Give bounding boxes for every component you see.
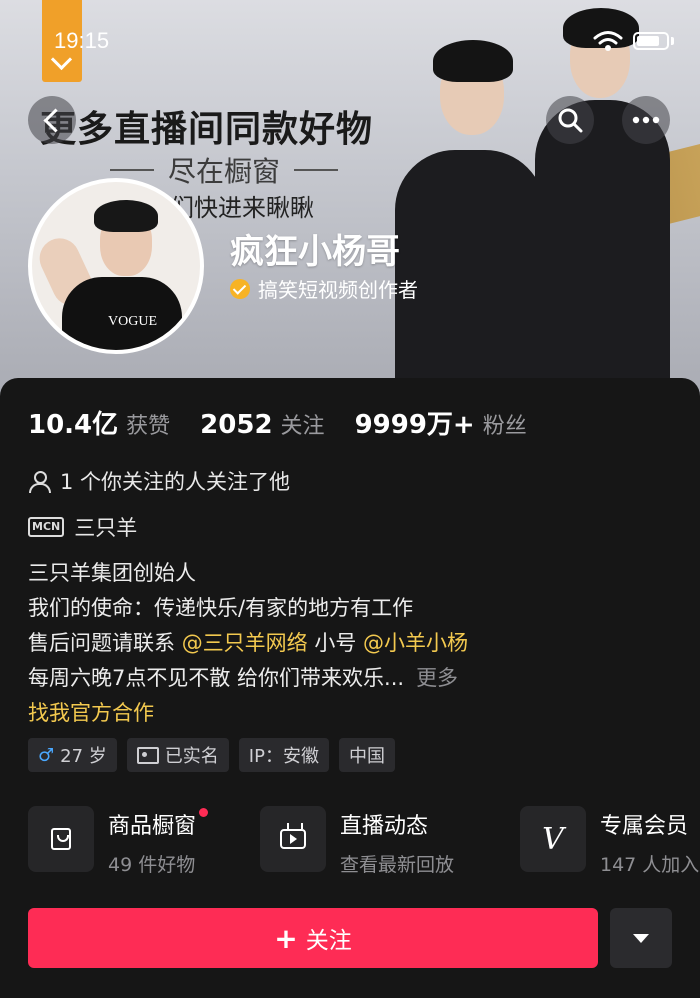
male-icon: ♂ bbox=[38, 744, 55, 766]
person-icon bbox=[28, 470, 51, 493]
bio-line-1: 三只羊集团创始人 bbox=[28, 561, 196, 585]
bio-more-link[interactable]: 更多 bbox=[416, 666, 458, 690]
profile-info-panel: 10.4亿 获赞 2052 关注 9999万+ 粉丝 1 个你关注的人关注了他 … bbox=[0, 378, 700, 998]
tag-ip: IP：安徽 bbox=[238, 738, 329, 772]
feature-live-updates[interactable]: 直播动态 查看最新回放 bbox=[260, 806, 454, 877]
tag-verified: 已实名 bbox=[126, 738, 229, 772]
stat-likes-value: 10.4亿 bbox=[28, 410, 119, 440]
bio-line-2: 我们的使命：传递快乐/有家的地方有工作 bbox=[28, 596, 414, 620]
stat-likes-label: 获赞 bbox=[126, 414, 171, 439]
stat-likes[interactable]: 10.4亿 获赞 bbox=[28, 404, 170, 441]
status-icons bbox=[593, 30, 674, 52]
feature-live-updates-icon-box bbox=[260, 806, 326, 872]
mention-link-sanzhiyang[interactable]: @三只羊网络 bbox=[182, 631, 308, 655]
banner-promo-title: 更多直播间同款好物 bbox=[40, 109, 374, 150]
profile-tags: ♂ 27 岁 已实名 IP：安徽 中国 bbox=[28, 738, 395, 772]
stat-following-value: 2052 bbox=[200, 410, 273, 440]
stat-following-label: 关注 bbox=[280, 414, 325, 439]
feature-membership[interactable]: V 专属会员 147 人加入 bbox=[520, 806, 699, 877]
feature-entries: 商品橱窗 49 件好物 直播动态 查看最新回放 V 专属会员 147 人加入 bbox=[28, 806, 700, 878]
verification-text: 搞笑短视频创作者 bbox=[258, 278, 418, 302]
verification-label: 搞笑短视频创作者 bbox=[230, 274, 418, 303]
tag-country-text: 中国 bbox=[348, 746, 385, 767]
tag-verified-text: 已实名 bbox=[164, 746, 219, 767]
feature-shop-window-title: 商品橱窗 bbox=[108, 808, 209, 840]
notification-dot bbox=[199, 808, 209, 817]
back-arrow-icon bbox=[42, 107, 68, 133]
feature-membership-icon-box: V bbox=[520, 806, 586, 872]
avatar-hair bbox=[94, 200, 158, 232]
banner-dash-left bbox=[110, 169, 154, 171]
live-tv-icon bbox=[280, 829, 306, 849]
verified-badge-icon bbox=[230, 278, 250, 299]
banner-promo-subtitle-text: 尽在橱窗 bbox=[168, 155, 281, 188]
mutual-followers-row[interactable]: 1 个你关注的人关注了他 bbox=[28, 466, 290, 496]
banner-person-right bbox=[535, 8, 670, 400]
mcn-name: 三只羊 bbox=[74, 516, 138, 540]
avatar-shirt-logo: VOGUE bbox=[108, 314, 157, 329]
feature-membership-title: 专属会员 bbox=[600, 814, 689, 839]
search-icon bbox=[558, 108, 583, 133]
avatar[interactable]: VOGUE bbox=[28, 178, 204, 354]
caret-down-icon bbox=[633, 933, 649, 943]
more-dots-icon bbox=[632, 116, 660, 124]
mention-link-xiaoyang[interactable]: @小羊小杨 bbox=[363, 631, 468, 655]
more-options-dropdown-button[interactable] bbox=[610, 908, 672, 968]
status-time: 19:15 bbox=[54, 28, 110, 53]
feature-shop-window-icon-box bbox=[28, 806, 94, 872]
tag-country: 中国 bbox=[338, 738, 395, 772]
mutual-followers-text: 1 个你关注的人关注了他 bbox=[60, 470, 291, 494]
search-button[interactable] bbox=[546, 96, 594, 144]
profile-stats: 10.4亿 获赞 2052 关注 9999万+ 粉丝 bbox=[28, 404, 557, 441]
bio-line-4: 每周六晚7点不见不散 给你们带来欢乐... 更多 bbox=[28, 661, 468, 696]
tag-ip-text: IP：安徽 bbox=[248, 746, 319, 767]
feature-shop-window[interactable]: 商品橱窗 49 件好物 bbox=[28, 806, 209, 877]
follow-button[interactable]: + 关注 bbox=[28, 908, 598, 968]
banner-dash-right bbox=[294, 169, 339, 171]
bio-line-3-prefix: 售后问题请联系 bbox=[28, 631, 182, 655]
official-cooperation-link[interactable]: 找我官方合作 bbox=[28, 696, 468, 731]
stat-following[interactable]: 2052 关注 bbox=[200, 408, 324, 440]
stat-followers-label: 粉丝 bbox=[482, 414, 527, 439]
back-button[interactable] bbox=[28, 96, 76, 144]
tag-age: ♂ 27 岁 bbox=[28, 738, 117, 772]
stat-followers-value: 9999万+ bbox=[354, 410, 475, 440]
banner-person-left-hair bbox=[433, 40, 513, 82]
stat-followers[interactable]: 9999万+ 粉丝 bbox=[355, 404, 527, 441]
battery-icon bbox=[633, 32, 669, 50]
feature-shop-window-subtitle: 49 件好物 bbox=[108, 854, 196, 876]
bio-line-3: 售后问题请联系 @三只羊网络 小号 @小羊小杨 bbox=[28, 626, 468, 661]
feature-live-updates-title: 直播动态 bbox=[340, 814, 429, 839]
wifi-icon bbox=[593, 31, 623, 51]
feature-shop-window-title-text: 商品橱窗 bbox=[108, 814, 197, 839]
vip-icon: V bbox=[542, 821, 564, 857]
shopping-bag-icon bbox=[51, 828, 71, 850]
profile-bio: 三只羊集团创始人 我们的使命：传递快乐/有家的地方有工作 售后问题请联系 @三只… bbox=[28, 556, 468, 731]
plus-icon: + bbox=[274, 921, 298, 955]
tag-age-text: 27 岁 bbox=[60, 746, 107, 767]
id-card-icon bbox=[136, 746, 159, 764]
follow-button-label: 关注 bbox=[305, 928, 352, 954]
bio-line-3-mid: 小号 bbox=[307, 631, 364, 655]
profile-name: 疯狂小杨哥 bbox=[230, 232, 400, 272]
bio-line-4-text: 每周六晚7点不见不散 给你们带来欢乐... bbox=[28, 666, 405, 690]
battery-tip bbox=[671, 37, 674, 45]
banner-promo-subtitle-2: 们快进来瞅瞅 bbox=[170, 194, 314, 222]
mcn-icon: MCN bbox=[28, 517, 65, 537]
mcn-row[interactable]: MCN 三只羊 bbox=[28, 512, 137, 542]
more-button[interactable] bbox=[622, 96, 670, 144]
feature-membership-subtitle: 147 人加入 bbox=[600, 854, 700, 876]
feature-live-updates-subtitle: 查看最新回放 bbox=[340, 854, 455, 876]
